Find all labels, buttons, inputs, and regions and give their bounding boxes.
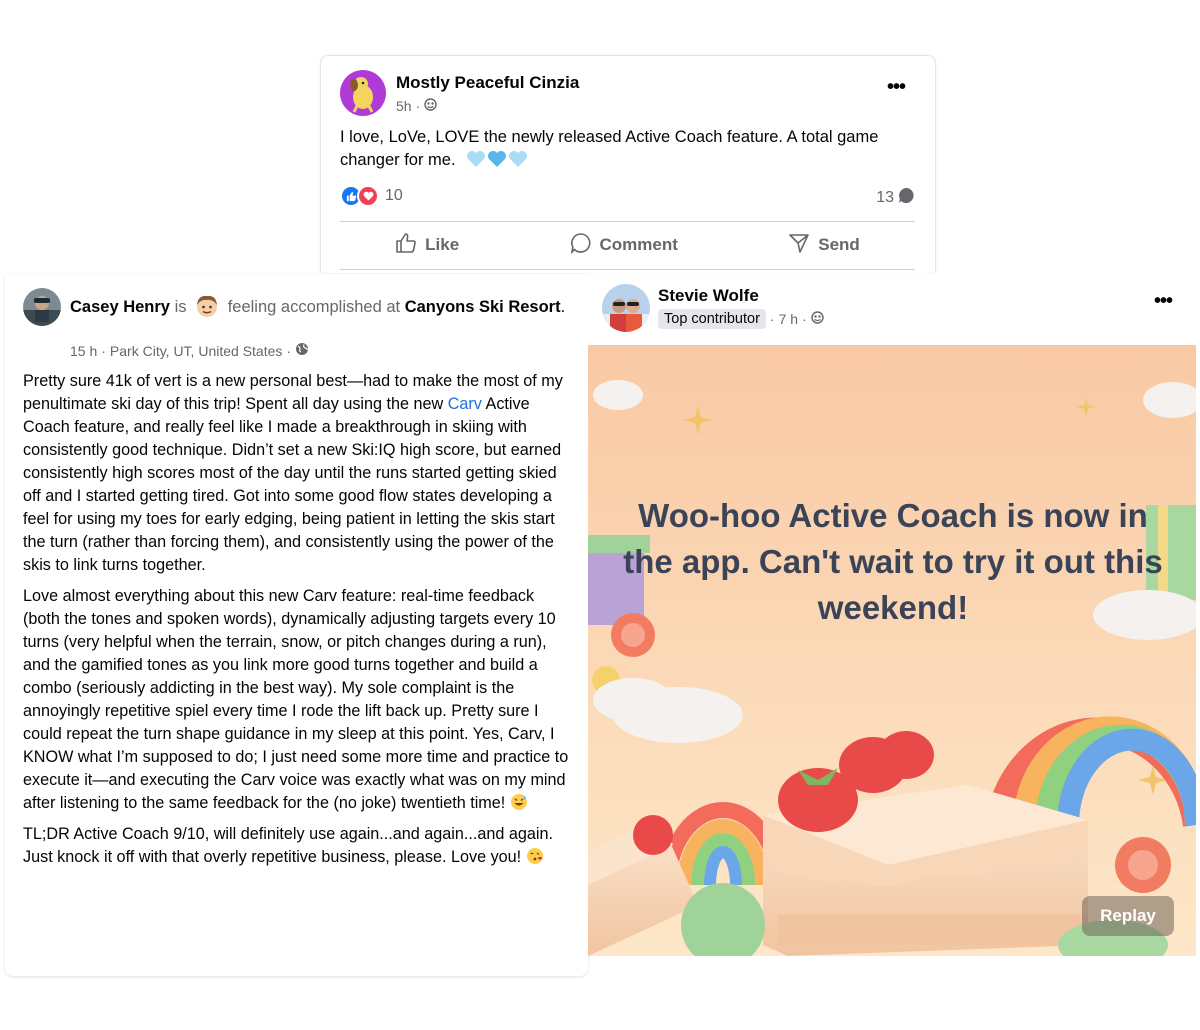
grinning-sweat-emoji xyxy=(510,793,528,811)
paragraph: TL;DR Active Coach 9/10, will definitely… xyxy=(23,823,575,869)
post-card-casey: Casey Henry is feeling accomplished at C… xyxy=(5,274,588,976)
blowing-kiss-emoji xyxy=(526,847,544,865)
paragraph-text: Love almost everything about this new Ca… xyxy=(23,587,569,812)
author-name[interactable]: Casey Henry xyxy=(70,298,170,316)
paragraph-text: TL;DR Active Coach 9/10, will definitely… xyxy=(23,825,554,866)
post-text-content: I love, LoVe, LOVE the newly released Ac… xyxy=(340,128,879,169)
is-word: is xyxy=(174,298,187,316)
globe-icon xyxy=(295,342,309,359)
post-time[interactable]: 15 h xyxy=(70,343,97,359)
post-time[interactable]: 5h xyxy=(396,98,412,114)
paragraph: Pretty sure 41k of vert is a new persona… xyxy=(23,370,575,577)
like-label: Like xyxy=(425,235,460,254)
author-avatar[interactable] xyxy=(23,288,61,326)
place-name[interactable]: Canyons Ski Resort xyxy=(405,298,561,316)
post-card-stevie: Stevie Wolfe Top contributor · 7 h · ••• xyxy=(588,274,1196,956)
author-name[interactable]: Mostly Peaceful Cinzia xyxy=(396,73,579,93)
meta-separator: · xyxy=(802,311,807,327)
post-text: I love, LoVe, LOVE the newly released Ac… xyxy=(340,126,930,172)
reaction-count: 10 xyxy=(385,187,403,204)
paragraph-text: Active Coach feature, and really feel li… xyxy=(23,395,562,574)
like-button[interactable]: Like xyxy=(395,232,459,259)
paragraph-text: Pretty sure 41k of vert is a new persona… xyxy=(23,372,563,413)
send-button[interactable]: Send xyxy=(788,232,860,259)
meta-separator: · xyxy=(415,98,421,114)
replay-button[interactable]: Replay xyxy=(1082,896,1174,936)
more-options-icon[interactable]: ••• xyxy=(887,76,906,99)
friends-audience-icon xyxy=(424,98,437,114)
media-headline: Woo-hoo Active Coach is now in the app. … xyxy=(623,497,1163,626)
author-avatar[interactable] xyxy=(340,70,386,116)
comment-label: Comment xyxy=(599,235,678,254)
comment-bubble-icon xyxy=(898,187,915,209)
action-bar: Like Comment Send xyxy=(340,222,915,268)
comment-count[interactable]: 13 xyxy=(876,187,915,209)
meta-separator: · xyxy=(769,311,775,327)
thumbs-up-icon xyxy=(395,232,417,259)
feeling-face-emoji xyxy=(194,293,220,319)
divider xyxy=(340,269,915,270)
friends-audience-icon xyxy=(811,311,824,327)
post-meta: 5h · xyxy=(396,98,437,114)
blue-hearts-emoji xyxy=(466,150,528,168)
header-period: . xyxy=(560,298,566,316)
top-contributor-badge: Top contributor xyxy=(658,309,766,329)
feeling-text: feeling accomplished at xyxy=(227,298,401,316)
comment-count-value: 13 xyxy=(876,189,894,206)
carv-link[interactable]: Carv xyxy=(448,395,482,413)
paragraph: Love almost everything about this new Ca… xyxy=(23,585,575,815)
post-card-cinzia: Mostly Peaceful Cinzia 5h · ••• I love, … xyxy=(320,55,936,273)
post-media-image[interactable]: Woo-hoo Active Coach is now in the app. … xyxy=(588,345,1196,956)
meta-separator: · xyxy=(286,342,292,359)
post-header: Casey Henry is feeling accomplished at C… xyxy=(70,293,570,319)
author-avatar[interactable] xyxy=(602,284,650,332)
more-options-icon[interactable]: ••• xyxy=(1154,290,1173,313)
post-body: Pretty sure 41k of vert is a new persona… xyxy=(23,370,575,877)
send-icon xyxy=(788,232,810,259)
send-label: Send xyxy=(818,235,860,254)
post-meta: 15 h · Park City, UT, United States · xyxy=(70,342,309,359)
reaction-summary[interactable]: 10 xyxy=(340,185,403,207)
celebration-illustration xyxy=(588,345,1196,956)
location-text[interactable]: Park City, UT, United States xyxy=(110,343,282,359)
love-reaction-icon xyxy=(357,185,379,207)
post-time[interactable]: 7 h xyxy=(779,311,798,327)
comment-button[interactable]: Comment xyxy=(570,232,678,259)
author-name[interactable]: Stevie Wolfe xyxy=(658,286,759,306)
post-meta: Top contributor · 7 h · xyxy=(658,309,824,329)
comment-icon xyxy=(570,232,592,259)
meta-separator: · xyxy=(101,342,106,359)
